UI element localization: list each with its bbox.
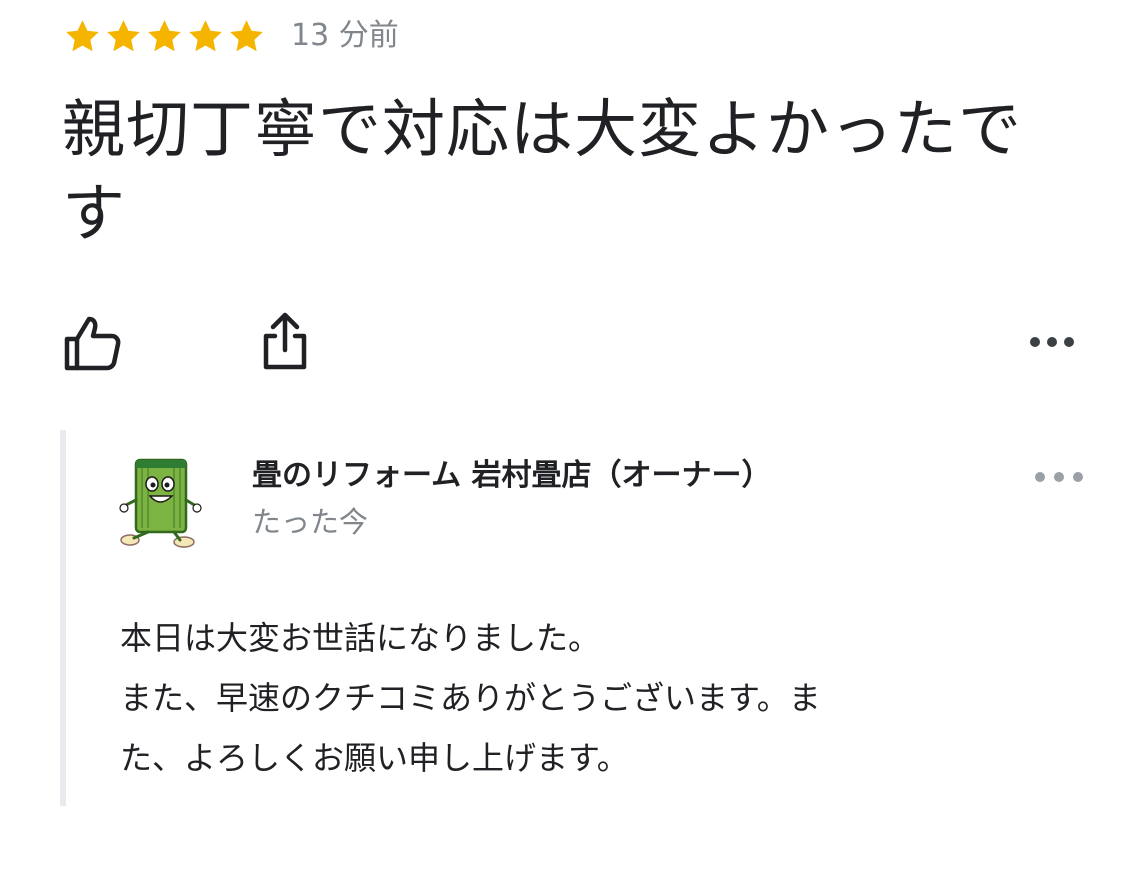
reply-line: た、よろしくお願い申し上げます。: [120, 739, 629, 777]
review-card: 13 分前 親切丁寧で対応は大変よかったです 畳のリフォーム 岩村畳店（オーナー…: [0, 0, 1125, 881]
review-more-button[interactable]: [1022, 322, 1082, 362]
owner-avatar[interactable]: [118, 454, 204, 550]
star-icon: [226, 16, 267, 57]
rating-row: 13 分前: [62, 14, 399, 58]
star-icon: [144, 16, 185, 57]
reply-line: 本日は大変お世話になりました。: [120, 619, 601, 657]
reply-body: 本日は大変お世話になりました。 また、早速のクチコミありがとうございます。ま た…: [120, 608, 1000, 788]
like-button[interactable]: [62, 313, 122, 373]
owner-reply: 畳のリフォーム 岩村畳店（オーナー） たった今 本日は大変お世話になりました。 …: [60, 430, 1100, 806]
star-rating: [62, 16, 267, 57]
thumbs-up-icon: [64, 316, 121, 371]
reply-more-button[interactable]: [1030, 464, 1088, 490]
star-icon: [185, 16, 226, 57]
review-time: 13 分前: [291, 18, 399, 53]
more-horizontal-icon: [1030, 337, 1074, 347]
share-button[interactable]: [258, 310, 312, 372]
share-icon: [263, 312, 307, 370]
star-icon: [62, 16, 103, 57]
owner-name[interactable]: 畳のリフォーム 岩村畳店（オーナー）: [252, 456, 772, 496]
reply-time: たった今: [252, 505, 369, 539]
tatami-mascot-avatar-icon: [119, 458, 202, 548]
star-icon: [103, 16, 144, 57]
more-horizontal-icon: [1035, 472, 1083, 482]
review-text: 親切丁寧で対応は大変よかったです: [62, 93, 1022, 250]
reply-line: また、早速のクチコミありがとうございます。ま: [120, 679, 821, 717]
